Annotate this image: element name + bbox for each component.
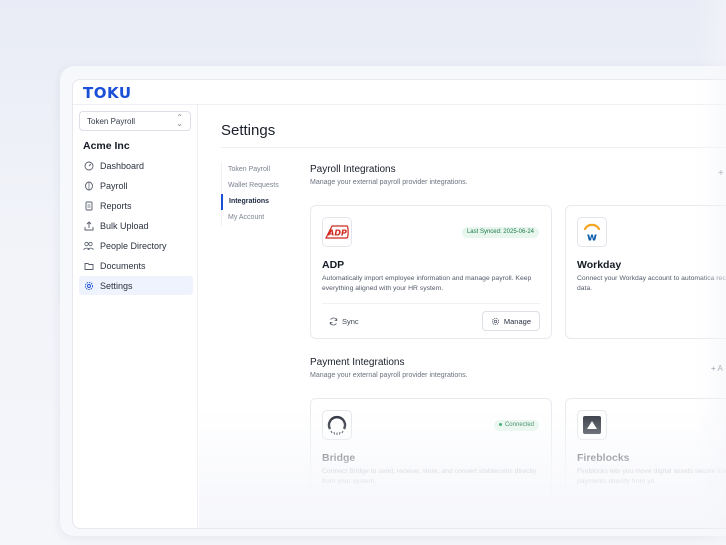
settings-subnav: Token Payroll Wallet Requests Integratio… bbox=[221, 162, 291, 226]
org-select-value: Token Payroll bbox=[87, 117, 136, 126]
bridge-logo bbox=[322, 410, 352, 440]
integration-card-fireblocks: Fireblocks Fireblocks lets you move digi… bbox=[565, 398, 726, 528]
page-title: Settings bbox=[221, 122, 276, 139]
report-icon bbox=[83, 200, 94, 211]
adp-logo: ADP bbox=[322, 217, 352, 247]
toku-logo: TOKU bbox=[83, 84, 132, 102]
status-dot bbox=[498, 422, 502, 426]
sidebar-nav: Dashboard Payroll Reports Bulk Upload Pe… bbox=[79, 156, 193, 296]
sidebar-item-label: Settings bbox=[100, 280, 133, 291]
sidebar: Token Payroll ⌃ ⌄ Acme Inc Dashboard Payr… bbox=[73, 105, 198, 528]
integration-name: Bridge bbox=[322, 452, 356, 464]
sidebar-item-label: Bulk Upload bbox=[100, 220, 149, 231]
sync-button[interactable]: Sync bbox=[329, 317, 359, 326]
sidebar-item-people-directory[interactable]: People Directory bbox=[79, 236, 193, 255]
sync-label: Sync bbox=[342, 317, 359, 326]
people-icon bbox=[83, 240, 94, 251]
company-name: Acme Inc bbox=[83, 140, 130, 152]
title-divider bbox=[221, 147, 726, 148]
main-content: Settings Token Payroll Wallet Requests I… bbox=[199, 105, 726, 528]
sidebar-item-reports[interactable]: Reports bbox=[79, 196, 193, 215]
integration-card-bridge: Connected Bridge Connect Bridge to send,… bbox=[310, 398, 552, 528]
upload-icon bbox=[83, 220, 94, 231]
connected-label: Connected bbox=[504, 422, 534, 428]
integration-name: Fireblocks bbox=[577, 452, 630, 464]
fireblocks-logo bbox=[577, 410, 607, 440]
last-synced-badge: Last Synced: 2025-06-24 bbox=[461, 227, 539, 238]
payroll-integrations-title: Payroll Integrations bbox=[310, 164, 396, 175]
integration-description: Connect your Workday account to automati… bbox=[577, 275, 726, 292]
sidebar-item-payroll[interactable]: Payroll bbox=[79, 176, 193, 195]
subnav-wallet-requests[interactable]: Wallet Requests bbox=[222, 178, 291, 194]
sidebar-item-documents[interactable]: Documents bbox=[79, 256, 193, 275]
add-payroll-integration-button[interactable]: + bbox=[718, 168, 724, 179]
payment-integrations-subtitle: Manage your external payroll provider in… bbox=[310, 372, 468, 379]
payment-integrations-title: Payment Integrations bbox=[310, 357, 405, 368]
integration-name: ADP bbox=[322, 259, 345, 271]
connected-badge: Connected bbox=[493, 420, 539, 431]
subnav-integrations[interactable]: Integrations bbox=[221, 194, 291, 210]
gear-icon bbox=[491, 317, 500, 326]
manage-button[interactable]: Manage bbox=[481, 311, 540, 331]
coin-icon bbox=[83, 180, 94, 191]
integration-description: Automatically import employee informatio… bbox=[322, 275, 532, 292]
gear-icon bbox=[83, 280, 94, 291]
org-select[interactable]: Token Payroll ⌃ ⌄ bbox=[79, 111, 191, 131]
subnav-my-account[interactable]: My Account bbox=[222, 210, 291, 226]
sidebar-item-label: Dashboard bbox=[100, 160, 145, 171]
subnav-token-payroll[interactable]: Token Payroll bbox=[222, 162, 291, 178]
app-window: TOKU Token Payroll ⌃ ⌄ Acme Inc Dashboard… bbox=[72, 79, 726, 529]
integration-name: Workday bbox=[577, 259, 622, 271]
add-payment-integration-button[interactable]: + A bbox=[711, 364, 723, 373]
sidebar-item-label: People Directory bbox=[100, 240, 167, 251]
integration-description: Fireblocks lets you move digital assets … bbox=[577, 468, 726, 485]
manage-label: Manage bbox=[503, 316, 531, 326]
refresh-icon bbox=[329, 317, 338, 326]
workday-logo: w bbox=[577, 217, 607, 247]
svg-text:w: w bbox=[587, 231, 597, 243]
payroll-integrations-subtitle: Manage your external payroll provider in… bbox=[310, 179, 468, 186]
gauge-icon bbox=[83, 160, 94, 171]
folder-icon bbox=[83, 260, 94, 271]
integration-description: Connect Bridge to send, receive, store, … bbox=[322, 468, 537, 485]
sidebar-item-settings[interactable]: Settings bbox=[79, 276, 193, 295]
sidebar-item-label: Reports bbox=[100, 200, 132, 211]
chevron-updown-icon: ⌃ ⌄ bbox=[176, 113, 183, 128]
sidebar-item-label: Payroll bbox=[100, 180, 128, 191]
sidebar-item-dashboard[interactable]: Dashboard bbox=[79, 156, 193, 175]
integration-card-workday: w Workday Connect your Workday account t… bbox=[565, 205, 726, 339]
adp-logo-text: ADP bbox=[327, 228, 347, 237]
sidebar-item-bulk-upload[interactable]: Bulk Upload bbox=[79, 216, 193, 235]
integration-card-adp: ADP Last Synced: 2025-06-24 ADP Automati… bbox=[310, 205, 552, 339]
card-divider bbox=[322, 303, 540, 304]
sidebar-item-label: Documents bbox=[100, 260, 146, 271]
